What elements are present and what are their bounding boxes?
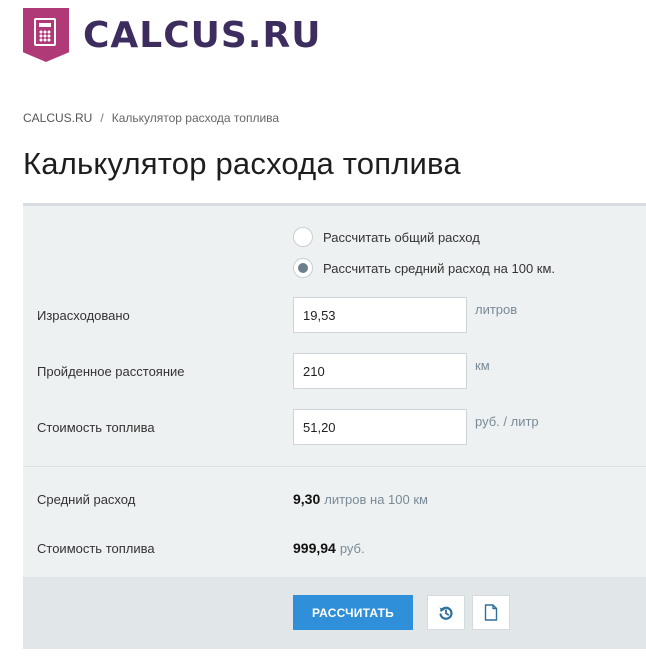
- page-title: Калькулятор расхода топлива: [23, 146, 461, 181]
- breadcrumb-separator: /: [100, 111, 104, 125]
- distance-label: Пройденное расстояние: [37, 364, 185, 379]
- calculator-logo-icon: [23, 8, 69, 62]
- distance-unit: км: [475, 358, 490, 373]
- calculator-panel: Рассчитать общий расход Рассчитать средн…: [23, 203, 646, 649]
- reset-icon: [439, 606, 453, 620]
- cost-result-label: Стоимость топлива: [37, 541, 155, 556]
- cost-result-value: 999,94: [293, 540, 336, 556]
- consumed-label: Израсходовано: [37, 308, 130, 323]
- avg-result: 9,30 литров на 100 км: [293, 491, 428, 507]
- logo-text: CALCUS.RU: [83, 14, 322, 56]
- mode-option-total-label: Рассчитать общий расход: [323, 229, 480, 245]
- mode-option-average-label: Рассчитать средний расход на 100 км.: [323, 260, 556, 276]
- avg-result-label: Средний расход: [37, 492, 136, 507]
- avg-result-value: 9,30: [293, 491, 321, 507]
- reset-button[interactable]: [427, 595, 465, 630]
- price-input[interactable]: [293, 409, 467, 445]
- mode-option-total[interactable]: Рассчитать общий расход: [293, 227, 480, 247]
- radio-total[interactable]: [293, 227, 313, 247]
- breadcrumb-current: Калькулятор расхода топлива: [111, 111, 280, 125]
- breadcrumb: CALCUS.RU / Калькулятор расхода топлива: [23, 111, 279, 125]
- radio-average[interactable]: [293, 258, 313, 278]
- export-document-button[interactable]: [472, 595, 510, 630]
- divider: [23, 466, 646, 467]
- consumed-unit: литров: [475, 302, 518, 317]
- mode-option-average[interactable]: Рассчитать средний расход на 100 км.: [293, 258, 555, 278]
- site-logo[interactable]: CALCUS.RU: [23, 8, 321, 62]
- distance-input[interactable]: [293, 353, 467, 389]
- price-label: Стоимость топлива: [37, 420, 155, 435]
- action-bar: РАССЧИТАТЬ: [23, 577, 646, 649]
- document-icon: [484, 604, 498, 621]
- consumed-input[interactable]: [293, 297, 467, 333]
- breadcrumb-home-link[interactable]: CALCUS.RU: [23, 111, 92, 125]
- price-unit: руб. / литр: [475, 414, 539, 429]
- cost-result-unit: руб.: [339, 541, 365, 556]
- cost-result: 999,94 руб.: [293, 540, 365, 556]
- avg-result-unit: литров на 100 км: [324, 492, 428, 507]
- calculate-button[interactable]: РАССЧИТАТЬ: [293, 595, 413, 630]
